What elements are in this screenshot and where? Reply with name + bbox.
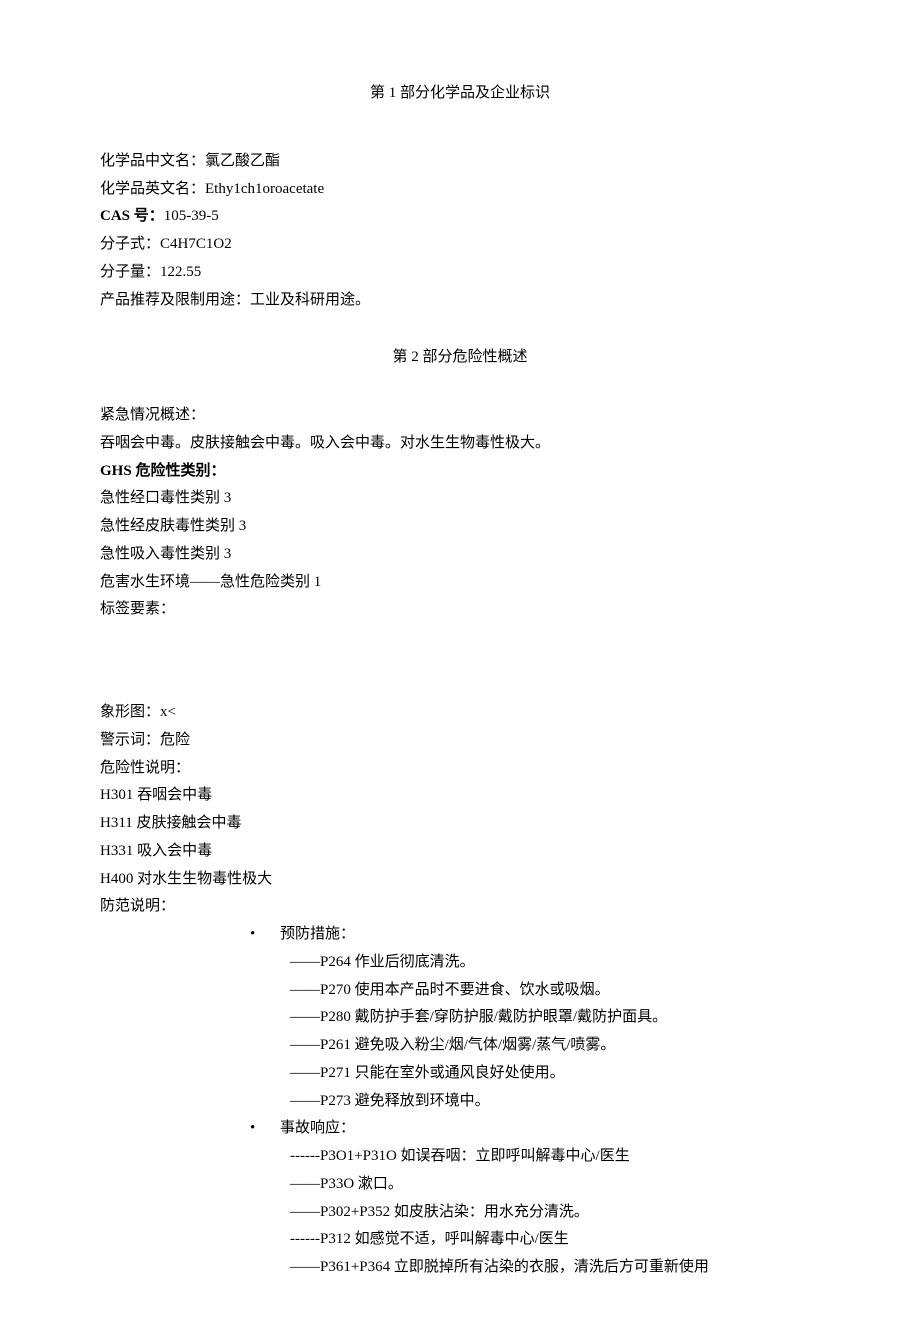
response-item: ——P302+P352 如皮肤沾染：用水充分清洗。 <box>100 1199 820 1227</box>
prevention-item: ——P271 只能在室外或通风良好处使用。 <box>100 1060 820 1088</box>
bullet-icon: • <box>250 1115 280 1143</box>
formula-label: 分子式： <box>100 236 160 252</box>
prevention-title: •预防措施： <box>100 921 820 949</box>
response-item: ------P312 如感觉不适，呼叫解毒中心/医生 <box>100 1226 820 1254</box>
section-2-title: 第 2 部分危险性概述 <box>100 344 820 372</box>
response-item: ------P3O1+P31O 如误吞咽：立即呼叫解毒中心/医生 <box>100 1143 820 1171</box>
prevention-item: ——P273 避免释放到环境中。 <box>100 1088 820 1116</box>
prevention-item: ——P280 戴防护手套/穿防护服/戴防护眼罩/戴防护面具。 <box>100 1004 820 1032</box>
weight-value: 122.55 <box>160 264 201 280</box>
signal-word: 警示词：危险 <box>100 727 820 755</box>
emergency-desc: 吞咽会中毒。皮肤接触会中毒。吸入会中毒。对水生生物毒性极大。 <box>100 430 820 458</box>
prevention-item: ——P264 作业后彻底清洗。 <box>100 949 820 977</box>
usage-value: 工业及科研用途。 <box>250 292 370 308</box>
blank-space <box>100 624 820 699</box>
pictogram-label: 象形图： <box>100 704 160 720</box>
molecular-weight: 分子量：122.55 <box>100 259 820 287</box>
signal-value: 危险 <box>160 732 190 748</box>
cas-number: CAS 号：105-39-5 <box>100 203 820 231</box>
prevention-item: ——P261 避免吸入粉尘/烟/气体/烟雾/蒸气/喷雾。 <box>100 1032 820 1060</box>
ghs-category-label: GHS 危险性类别： <box>100 458 820 486</box>
chemical-name-cn: 化学品中文名：氯乙酸乙酯 <box>100 148 820 176</box>
hazard-statement: H400 对水生生物毒性极大 <box>100 866 820 894</box>
signal-label: 警示词： <box>100 732 160 748</box>
response-item: ——P33O 漱口。 <box>100 1171 820 1199</box>
ghs-category-item: 危害水生环境——急性危险类别 1 <box>100 569 820 597</box>
response-title-text: 事故响应： <box>280 1120 355 1136</box>
name-cn-value: 氯乙酸乙酯 <box>205 153 280 169</box>
ghs-label-suffix: 危险性类别： <box>132 463 226 479</box>
hazard-statement: H311 皮肤接触会中毒 <box>100 810 820 838</box>
cas-label: CAS <box>100 208 130 224</box>
emergency-label: 紧急情况概述： <box>100 402 820 430</box>
hazard-statement: H331 吸入会中毒 <box>100 838 820 866</box>
hazard-statement: H301 吞咽会中毒 <box>100 782 820 810</box>
weight-label: 分子量： <box>100 264 160 280</box>
pictogram-value: x< <box>160 704 176 720</box>
ghs-category-item: 急性经皮肤毒性类别 3 <box>100 513 820 541</box>
cas-value: 105-39-5 <box>164 208 219 224</box>
hazard-label: 危险性说明： <box>100 755 820 783</box>
product-usage: 产品推荐及限制用途：工业及科研用途。 <box>100 287 820 315</box>
prevention-title-text: 预防措施： <box>280 926 355 942</box>
label-elements: 标签要素： <box>100 596 820 624</box>
usage-label: 产品推荐及限制用途： <box>100 292 250 308</box>
ghs-category-item: 急性吸入毒性类别 3 <box>100 541 820 569</box>
name-cn-label: 化学品中文名： <box>100 153 205 169</box>
molecular-formula: 分子式：C4H7C1O2 <box>100 231 820 259</box>
pictogram: 象形图：x< <box>100 699 820 727</box>
name-en-value: Ethy1ch1oroacetate <box>205 181 324 197</box>
precaution-label: 防范说明： <box>100 893 820 921</box>
cas-label-suffix: 号： <box>130 208 164 224</box>
prevention-item: ——P270 使用本产品时不要进食、饮水或吸烟。 <box>100 977 820 1005</box>
bullet-icon: • <box>250 921 280 949</box>
chemical-name-en: 化学品英文名：Ethy1ch1oroacetate <box>100 176 820 204</box>
section-1-title: 第 1 部分化学品及企业标识 <box>100 80 820 108</box>
ghs-label: GHS <box>100 463 132 479</box>
formula-value: C4H7C1O2 <box>160 236 232 252</box>
ghs-category-item: 急性经口毒性类别 3 <box>100 485 820 513</box>
response-title: •事故响应： <box>100 1115 820 1143</box>
response-item: ——P361+P364 立即脱掉所有沾染的衣服，清洗后方可重新使用 <box>100 1254 820 1282</box>
name-en-label: 化学品英文名： <box>100 181 205 197</box>
